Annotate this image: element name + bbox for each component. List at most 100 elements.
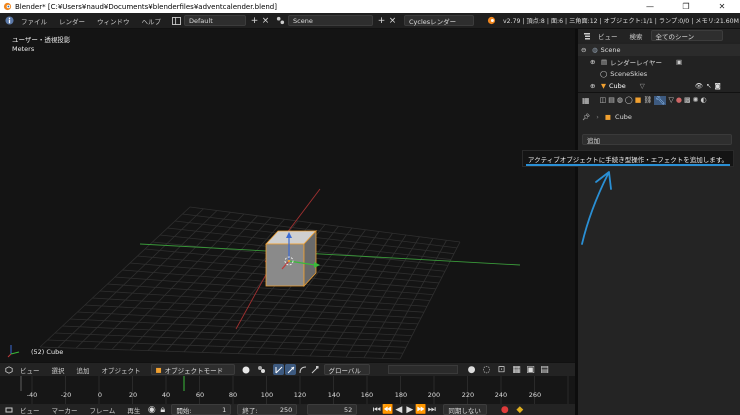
render-layers-tab-icon[interactable]: ▤ [608,96,615,104]
transform-orientation-dropdown[interactable]: グローバル [323,364,370,375]
interaction-mode-dropdown[interactable]: ■ オブジェクトモード [150,364,235,375]
render-preview-icon[interactable]: ▣ [525,364,536,375]
menu-help[interactable]: ヘルプ [136,16,168,26]
scene-tab-icon[interactable]: ◍ [617,96,623,104]
play-icon[interactable]: ▶ [404,404,415,415]
screen-layout-field[interactable]: Default [184,15,246,26]
start-frame-field[interactable]: 開始: 1 [171,404,232,415]
breadcrumb-separator-icon: › [596,113,599,121]
outliner-row-render-layers[interactable]: ⊕ ▤ レンダーレイヤー ▣ [578,56,740,68]
current-frame-field[interactable]: 52 [307,404,358,415]
restore-button[interactable]: ❐ [668,2,704,11]
menu-view[interactable]: ビュー [592,31,624,41]
menu-add[interactable]: 追加 [71,365,96,375]
record-icon[interactable]: ◉ [146,404,157,415]
world-tab-icon[interactable]: ◯ [625,96,633,104]
scene-icon[interactable] [275,15,286,26]
display-mode-dropdown[interactable]: 全てのシーン [650,30,723,41]
visibility-eye-icon[interactable]: 👁︎ [695,82,703,90]
outliner-row-world[interactable]: ◯ SceneSkies [578,68,740,80]
menu-window[interactable]: ウィンドウ [91,16,136,26]
data-tab-icon[interactable]: ▽ [668,96,673,104]
manipulator-toggle-icon[interactable] [272,364,284,375]
tick-label: 140 [327,391,341,399]
outliner-editor-icon[interactable] [581,30,592,41]
outliner-row-cube[interactable]: ⊕ ▼ Cube ▽ 👁︎ ↖ ◙ [578,80,740,92]
end-frame-label: 終了: [242,406,258,415]
constraints-tab-icon[interactable]: ⛓︎ [643,96,652,104]
outliner-row-scene[interactable]: ⊖ ◍ Scene [578,44,740,56]
lock-icon[interactable]: 🔒︎ [157,404,168,415]
translate-manipulator-icon[interactable] [284,364,296,375]
world-icon: ◯ [600,70,608,78]
play-reverse-icon[interactable]: ◀ [393,404,404,415]
material-tab-icon[interactable]: ● [676,96,682,104]
jump-keyframe-forward-icon[interactable]: ⏩ [415,404,426,415]
expand-icon[interactable]: ⊕ [590,58,598,66]
render-engine-field[interactable]: Cyclesレンダー [404,15,474,26]
editor-type-icon[interactable] [3,364,14,375]
menu-select[interactable]: 選択 [46,365,71,375]
render-camera-icon[interactable]: ◙ [715,82,721,90]
modifiers-tab-icon[interactable]: 🔧︎ [654,95,667,105]
menu-view[interactable]: ビュー [14,365,46,375]
jump-start-icon[interactable]: ⏮ [371,404,382,415]
jump-keyframe-back-icon[interactable]: ⏪ [382,404,393,415]
menu-render[interactable]: レンダー [53,16,91,26]
add-modifier-label: 追加 [587,136,600,145]
layer-buttons[interactable] [388,365,458,374]
proportional-edit-icon[interactable]: ◌ [481,364,492,375]
remove-layout-close-icon[interactable]: × [260,15,271,26]
add-modifier-dropdown[interactable]: 追加 [582,134,732,145]
rotate-manipulator-icon[interactable] [297,364,308,375]
cube-object[interactable] [265,229,317,288]
menu-frame[interactable]: フレーム [84,405,122,415]
breadcrumb-object: Cube [615,113,632,121]
properties-editor-icon[interactable]: ▦ [582,96,590,105]
add-scene-plus-icon[interactable]: + [376,15,387,26]
viewport-shading-icon[interactable] [241,364,252,375]
snap-icon[interactable]: ⊡ [496,364,507,375]
menu-search[interactable]: 検索 [624,31,649,41]
menu-object[interactable]: オブジェクト [96,365,147,375]
keying-set-icon[interactable]: ◆ [514,404,525,415]
auto-keyframe-icon[interactable]: ● [499,404,510,415]
pin-icon[interactable]: 📌︎ [582,113,590,121]
timeline-editor-icon[interactable] [3,404,14,415]
render-tab-icon[interactable]: ◫ [600,96,607,104]
info-header: ファイル レンダー ウィンドウ ヘルプ Default + × Scene + … [0,13,740,29]
grid-line [399,241,461,360]
jump-end-icon[interactable]: ⏭ [426,404,437,415]
timeline[interactable]: -40 -20 0 20 40 60 80 100 120 140 160 18… [0,376,575,404]
scene-statistics: v2.79 | 頂点:8 | 面:6 | 三角面:12 | オブジェクト:1/1… [503,18,739,25]
particles-tab-icon[interactable]: ✺ [693,96,699,104]
expand-icon[interactable]: ⊖ [581,46,589,54]
scene-field[interactable]: Scene [288,15,373,26]
snap-target-icon[interactable]: ▦ [511,364,522,375]
close-window-button[interactable]: ✕ [704,2,740,11]
texture-tab-icon[interactable]: ▩ [684,96,691,104]
expand-icon[interactable]: ⊕ [590,82,598,90]
add-layout-plus-icon[interactable]: + [249,15,260,26]
lock-camera-icon[interactable]: ● [466,364,477,375]
physics-tab-icon[interactable]: ◐ [700,96,706,104]
render-layer-icon: ▣ [675,58,683,66]
opengl-render-icon[interactable]: ▤ [539,364,550,375]
screen-layout-icon[interactable] [171,15,182,26]
sync-mode-dropdown[interactable]: 同期しない [443,404,488,415]
blender-icon [3,2,12,11]
minimize-button[interactable]: — [632,2,668,11]
end-frame-field[interactable]: 終了: 250 [237,404,298,415]
selectability-cursor-icon[interactable]: ↖ [706,82,711,90]
menu-file[interactable]: ファイル [15,16,53,26]
menu-marker[interactable]: マーカー [46,405,84,415]
menu-playback[interactable]: 再生 [121,405,146,415]
3d-viewport[interactable]: ユーザー・透視投影 Meters (52) Cube [0,29,575,362]
scale-manipulator-icon[interactable] [309,364,320,375]
info-icon[interactable] [4,15,15,26]
remove-scene-close-icon[interactable]: × [387,15,398,26]
object-tab-icon[interactable]: ■ [635,96,642,104]
current-frame-value: 52 [344,405,353,414]
menu-view[interactable]: ビュー [14,405,46,415]
pivot-point-icon[interactable] [256,364,267,375]
